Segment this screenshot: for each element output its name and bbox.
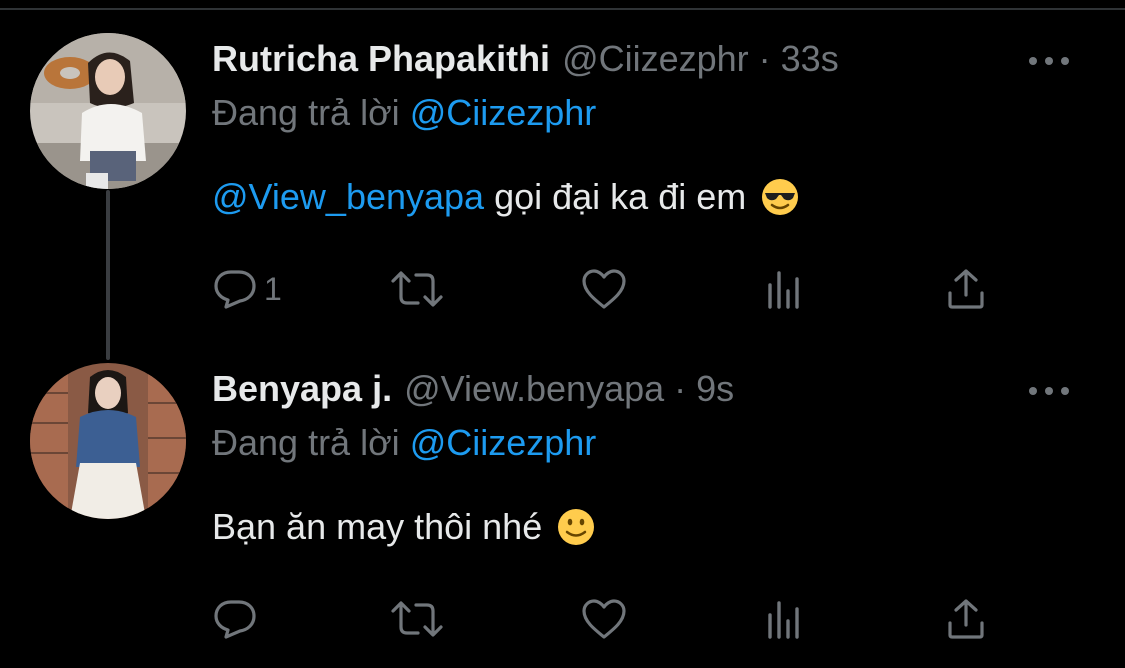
tweet-text: Bạn ăn may thôi nhé — [212, 502, 596, 552]
separator-dot: · — [758, 38, 771, 79]
user-handle[interactable]: @View.benyapa — [404, 368, 664, 410]
reply-button[interactable]: 1 — [212, 264, 282, 314]
body-mention[interactable]: @View_benyapa — [212, 176, 484, 218]
replying-to: Đang trả lời @Ciizezphr — [212, 422, 596, 464]
share-icon — [948, 269, 984, 309]
avatar[interactable] — [30, 363, 186, 519]
tweet-text: @View_benyapa gọi đại ka đi em — [212, 172, 800, 222]
like-icon — [582, 599, 626, 639]
replying-to-mention[interactable]: @Ciizezphr — [410, 92, 597, 133]
timestamp[interactable]: 33s — [781, 38, 839, 80]
retweet-icon — [391, 271, 443, 307]
replying-to-mention[interactable]: @Ciizezphr — [410, 422, 597, 463]
replying-prefix: Đang trả lời — [212, 92, 400, 133]
display-name[interactable]: Benyapa j. — [212, 368, 392, 410]
smiling-face-emoji-icon — [558, 509, 595, 545]
tweet-actions — [212, 594, 1002, 644]
replying-prefix: Đang trả lời — [212, 422, 400, 463]
analytics-icon — [768, 271, 799, 309]
body-text: Bạn ăn may thôi nhé — [212, 506, 543, 547]
reply-icon — [214, 600, 256, 639]
analytics-button[interactable] — [764, 264, 804, 314]
like-button[interactable] — [580, 264, 628, 314]
analytics-icon — [768, 601, 799, 639]
reply-thread: Rutricha Phapakithi @Ciizezphr · 33s Đan… — [0, 0, 1125, 668]
avatar[interactable] — [30, 33, 186, 189]
like-button[interactable] — [580, 594, 628, 644]
display-name[interactable]: Rutricha Phapakithi — [212, 38, 550, 80]
timestamp[interactable]: 9s — [696, 368, 734, 410]
like-icon — [582, 269, 626, 309]
share-icon — [948, 599, 984, 639]
share-button[interactable] — [944, 264, 988, 314]
separator-dot: · — [674, 368, 687, 409]
user-handle[interactable]: @Ciizezphr — [562, 38, 749, 80]
thread-connector-line — [106, 190, 110, 360]
body-text: gọi đại ka đi em — [484, 176, 747, 217]
reply-button[interactable] — [212, 594, 264, 644]
retweet-button[interactable] — [388, 264, 446, 314]
more-options-icon[interactable] — [1029, 55, 1069, 67]
sunglasses-emoji-icon — [762, 179, 799, 215]
retweet-icon — [391, 601, 443, 637]
more-options-icon[interactable] — [1029, 385, 1069, 397]
reply-count: 1 — [264, 270, 282, 307]
divider — [0, 8, 1125, 10]
tweet-header: Benyapa j. @View.benyapa · 9s — [212, 368, 734, 418]
reply-icon — [214, 270, 256, 309]
tweet-header: Rutricha Phapakithi @Ciizezphr · 33s — [212, 38, 839, 88]
share-button[interactable] — [944, 594, 988, 644]
analytics-button[interactable] — [764, 594, 804, 644]
replying-to: Đang trả lời @Ciizezphr — [212, 92, 596, 134]
tweet-actions: 1 — [212, 264, 1002, 314]
retweet-button[interactable] — [388, 594, 446, 644]
